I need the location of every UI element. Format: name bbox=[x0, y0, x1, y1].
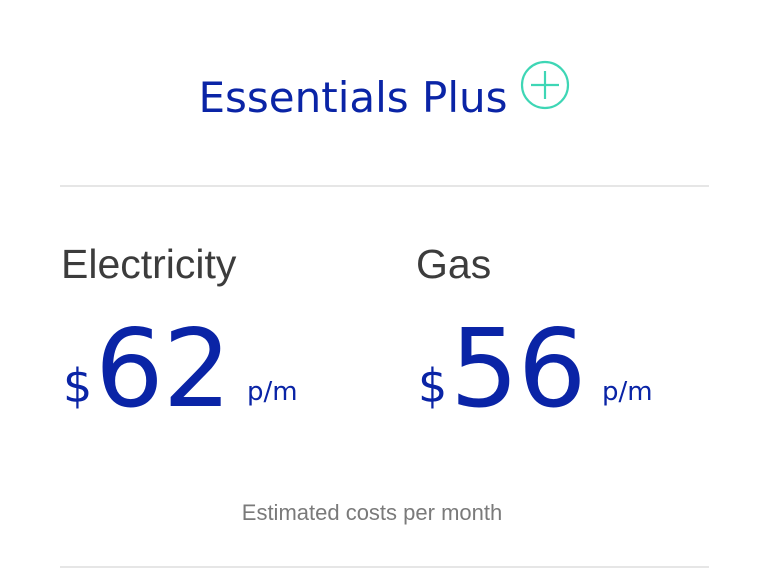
gas-price: $ 56 p/m bbox=[416, 307, 746, 432]
electricity-currency: $ bbox=[63, 359, 93, 413]
electricity-period: p/m bbox=[247, 377, 298, 407]
electricity-amount: 62 bbox=[95, 307, 231, 432]
electricity-price: $ 62 p/m bbox=[61, 307, 391, 432]
footnote: Estimated costs per month bbox=[241, 500, 503, 525]
plus-circle-icon[interactable] bbox=[520, 60, 570, 110]
plan-title: Essentials Plus bbox=[198, 73, 508, 122]
gas-amount: 56 bbox=[450, 307, 586, 432]
gas-cost: Gas $ 56 p/m bbox=[416, 236, 746, 432]
divider-bottom bbox=[60, 566, 709, 568]
gas-currency: $ bbox=[418, 359, 448, 413]
electricity-label: Electricity bbox=[61, 241, 237, 287]
electricity-cost: Electricity $ 62 p/m bbox=[61, 236, 391, 432]
gas-period: p/m bbox=[602, 377, 653, 407]
gas-label: Gas bbox=[416, 241, 492, 287]
plan-header: Essentials Plus bbox=[0, 60, 768, 126]
divider-top bbox=[60, 185, 709, 187]
